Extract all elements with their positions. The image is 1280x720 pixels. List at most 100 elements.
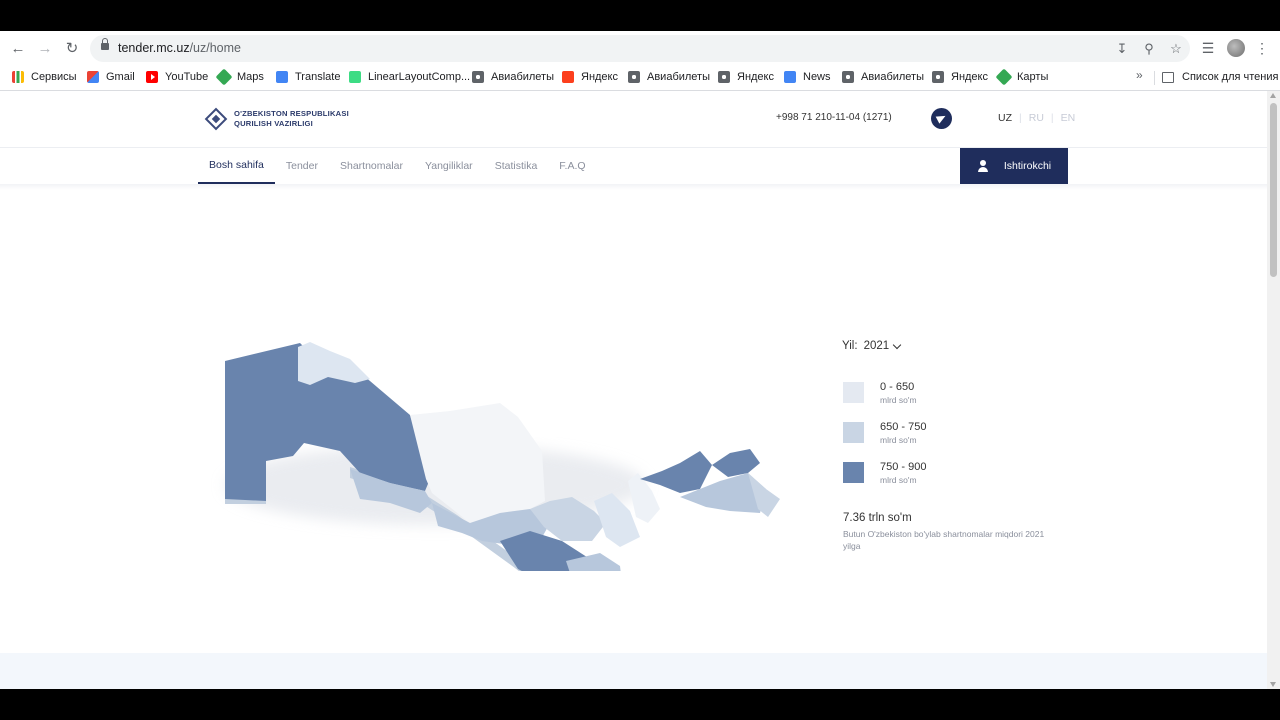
nav-tender[interactable]: Tender [275,148,329,184]
bookmarks-divider [1154,71,1155,85]
bookmark-aviabilety-1[interactable]: Авиабилеты [472,68,554,86]
user-icon [977,160,989,172]
scroll-down-icon[interactable] [1270,682,1276,687]
participant-label: Ishtirokchi [1003,160,1052,172]
nav-bosh-sahifa[interactable]: Bosh sahifa [198,148,275,184]
bookmarks-overflow-button[interactable]: » [1136,68,1143,82]
bookmark-gmail[interactable]: Gmail [87,68,135,86]
forward-arrow-icon[interactable]: → [34,37,56,59]
globe-icon [472,71,484,83]
scroll-thumb[interactable] [1270,103,1277,277]
globe-icon [932,71,944,83]
header-divider [0,147,1267,148]
logo-text: O'ZBEKISTON RESPUBLIKASI QURILISH VAZIRL… [234,109,349,129]
web-page: O'ZBEKISTON RESPUBLIKASI QURILISH VAZIRL… [0,91,1267,689]
bookmark-yandex-1[interactable]: Яндекс [562,68,618,86]
bookmark-maps[interactable]: Maps [215,68,264,86]
phone-number[interactable]: +998 71 210-11-04 (1271) [776,112,892,123]
scroll-up-icon[interactable] [1270,93,1276,98]
apps-grid-icon [12,71,24,83]
bookmark-label: Яндекс [951,71,988,83]
bookmark-services[interactable]: Сервисы [12,68,77,86]
nav-yangiliklar[interactable]: Yangiliklar [414,148,484,184]
gmail-icon [87,71,99,83]
region-toshkent[interactable] [640,451,712,493]
bookmark-yandex-2[interactable]: Яндекс [718,68,774,86]
address-bar[interactable]: tender.mc.uz/uz/home ↧ ⚲ ☆ [90,35,1190,62]
reload-icon[interactable]: ↻ [61,37,83,59]
legend-range: 0 - 650 [880,381,915,393]
bookmark-aviabilety-2[interactable]: Авиабилеты [628,68,710,86]
bookmark-news[interactable]: News [784,68,831,86]
bookmark-label: YouTube [165,71,209,83]
bookmark-linearlayout[interactable]: LinearLayoutComp... [349,68,470,86]
bookmark-label: Яндекс [737,71,774,83]
url-path: /uz/home [189,41,241,55]
lang-uz[interactable]: UZ [998,112,1012,124]
legend-item: 0 - 650 mlrd so'm [843,381,917,406]
legend-unit: mlrd so'm [880,395,917,405]
media-control-icon[interactable]: ☰ [1197,37,1219,59]
year-select[interactable]: Yil: 2021 [842,340,902,352]
total-contracts: 7.36 trln so'm Butun O'zbekiston bo'ylab… [843,512,1063,552]
bookmark-label: Авиабилеты [647,71,711,83]
youtube-icon [146,71,158,83]
total-amount: 7.36 trln so'm [843,512,912,524]
maps-icon [995,68,1013,86]
globe-icon [842,71,854,83]
year-label: Yil: [842,340,858,352]
reading-list-icon [1162,71,1174,83]
telegram-icon[interactable] [931,108,952,129]
back-arrow-icon[interactable]: ← [7,37,29,59]
legend-item: 750 - 900 mlrd so'm [843,461,926,486]
ministry-logo[interactable]: O'ZBEKISTON RESPUBLIKASI QURILISH VAZIRL… [205,108,349,130]
language-switcher: UZ | RU | EN [998,112,1075,124]
bookmarks-bar: Сервисы Gmail YouTube Maps Translate Lin… [0,64,1280,91]
legend-swatch [843,422,864,443]
bookmark-label: Яндекс [581,71,618,83]
nav-shartnomalar[interactable]: Shartnomalar [329,148,414,184]
android-icon [349,71,361,83]
address-row: ← → ↻ tender.mc.uz/uz/home ↧ ⚲ ☆ ☰ ⋮ [0,31,1280,64]
profile-avatar[interactable] [1227,39,1245,57]
next-section-band [0,653,1267,689]
bookmark-karty[interactable]: Карты [995,68,1048,86]
page-scrollbar[interactable] [1267,91,1280,689]
zoom-icon[interactable]: ⚲ [1140,40,1158,58]
bookmark-label: Translate [295,71,341,83]
globe-icon [718,71,730,83]
nav-shadow [0,184,1267,190]
lang-separator: | [1019,112,1022,124]
participant-button[interactable]: Ishtirokchi [960,148,1068,184]
install-icon[interactable]: ↧ [1113,40,1131,58]
legend-unit: mlrd so'm [880,475,917,485]
bookmark-label: Gmail [106,71,135,83]
url-text[interactable]: tender.mc.uz/uz/home [118,41,241,55]
legend-item: 650 - 750 mlrd so'm [843,421,926,446]
bookmark-label: LinearLayoutComp... [368,71,471,83]
region-namangan[interactable] [712,449,760,477]
reading-list-button[interactable]: Список для чтения [1162,68,1278,86]
window-bottom-bar [0,689,1280,720]
lang-en[interactable]: EN [1061,112,1076,124]
bookmark-label: Maps [237,71,264,83]
legend-swatch [843,382,864,403]
bookmark-yandex-3[interactable]: Яндекс [932,68,988,86]
kebab-menu-icon[interactable]: ⋮ [1251,37,1273,59]
translate-icon [276,71,288,83]
chevron-down-icon [892,340,902,349]
bookmark-label: Авиабилеты [861,71,925,83]
bookmark-youtube[interactable]: YouTube [146,68,208,86]
lang-ru[interactable]: RU [1029,112,1044,124]
ministry-emblem-icon [205,108,227,130]
bookmark-aviabilety-3[interactable]: Авиабилеты [842,68,924,86]
nav-faq[interactable]: F.A.Q [548,148,596,184]
legend-swatch [843,462,864,483]
star-icon[interactable]: ☆ [1167,40,1185,58]
bookmark-translate[interactable]: Translate [276,68,340,86]
nav-statistika[interactable]: Statistika [484,148,549,184]
reading-list-label: Список для чтения [1182,71,1279,83]
lang-separator: | [1050,112,1054,124]
bookmark-label: Авиабилеты [491,71,555,83]
url-domain: tender.mc.uz [118,41,190,55]
